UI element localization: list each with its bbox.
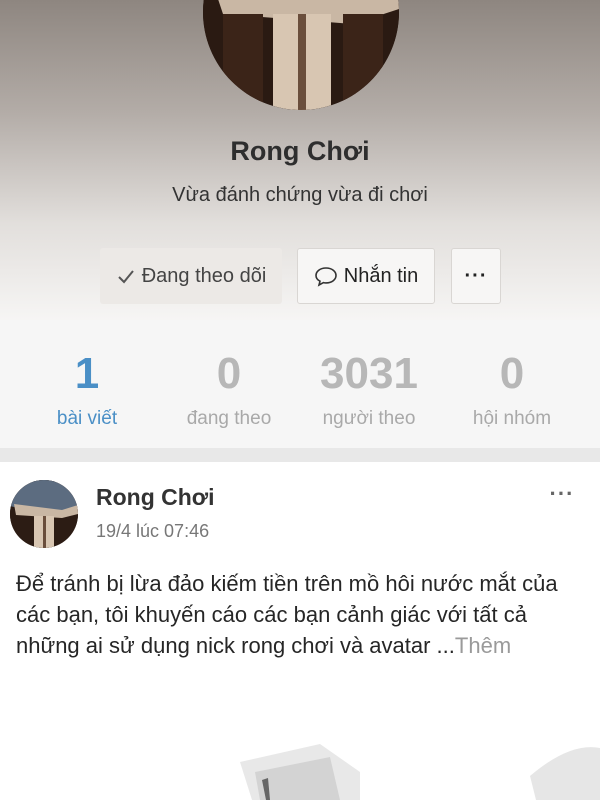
profile-avatar[interactable] [203,0,399,110]
stat-following[interactable]: 0 đang theo [154,348,304,430]
post-timestamp: 19/4 lúc 07:46 [96,521,210,541]
stat-label: người theo [322,408,416,429]
post-text: Để tránh bị lừa đảo kiếm tiền trên mồ hô… [16,568,586,661]
stat-label: hội nhóm [472,408,552,429]
stat-label: đang theo [186,408,272,429]
stat-value: 0 [499,349,525,398]
stat-label: bài viết [56,408,118,429]
section-divider [0,448,600,462]
avatar-photo [203,0,399,110]
post-card: Rong Chơi 19/4 lúc 07:46 ··· Để tránh bị… [0,462,600,800]
stat-groups[interactable]: 0 hội nhóm [437,348,587,430]
profile-name: Rong Chơi [230,136,370,166]
stat-followers[interactable]: 3031 người theo [294,348,444,430]
stat-value: 3031 [320,349,418,398]
post-author-avatar[interactable] [10,480,78,548]
avatar-photo [10,480,78,548]
see-more-link[interactable]: Thêm [455,633,511,658]
check-icon [116,266,136,286]
chat-bubble-icon [314,265,338,287]
stat-value: 1 [74,349,100,398]
stat-posts[interactable]: 1 bài viết [12,348,162,430]
profile-header: Rong Chơi Vừa đánh chứng vừa đi chơi Đan… [0,0,600,320]
message-button-label: Nhắn tin [343,264,419,287]
following-button-label: Đang theo dõi [141,264,267,287]
more-options-button[interactable]: ··· [451,248,501,304]
profile-bio: Vừa đánh chứng vừa đi chơi [172,184,428,206]
profile-stats: 1 bài viết 0 đang theo 3031 người theo 0… [0,320,600,448]
post-image[interactable] [200,702,600,800]
post-more-button[interactable]: ··· [540,481,584,506]
post-author-name[interactable]: Rong Chơi [96,484,215,511]
stat-value: 0 [216,349,242,398]
message-button[interactable]: Nhắn tin [297,248,435,304]
following-button[interactable]: Đang theo dõi [100,248,282,304]
